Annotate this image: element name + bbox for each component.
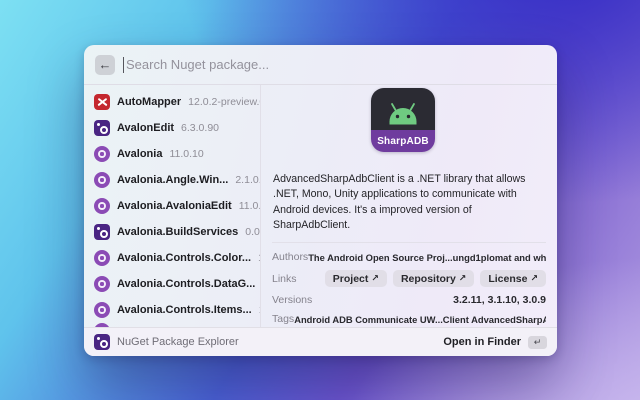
links-row: Links Project↗ Repository↗ License↗ — [272, 270, 546, 287]
package-version: 0.0.29 — [245, 226, 261, 238]
package-name: Avalonia.Controls.DataG... — [117, 278, 255, 290]
package-icon-card: SharpADB — [371, 88, 435, 152]
package-name: Avalonia.AvaloniaEdit — [117, 200, 232, 212]
package-icon — [94, 94, 110, 110]
footer-bar: NuGet Package Explorer Open in Finder ↵ — [84, 327, 557, 356]
authors-row: Authors The Android Open Source Proj...u… — [272, 251, 546, 263]
package-row[interactable]: Avalonia.Controls.Items... 11.0.10 — [84, 297, 260, 323]
package-icon — [94, 323, 110, 327]
package-version: 12.0.2-preview.0.4 — [188, 96, 261, 108]
tags-value: Android ADB Communicate UW...Client Adva… — [294, 314, 546, 325]
package-row[interactable]: Avalonia.Controls.Color... 11.0.10 — [84, 245, 260, 271]
package-name: Avalonia.BuildServices — [117, 226, 238, 238]
package-row[interactable]: Avalonia.BuildServices 0.0.29 — [84, 219, 260, 245]
back-button[interactable]: ← — [95, 55, 115, 75]
external-link-icon: ↗ — [530, 273, 538, 284]
package-detail-pane: SharpADB AdvancedSharpAdbClient is a .NE… — [261, 85, 557, 327]
external-link-icon: ↗ — [371, 273, 379, 284]
package-name: AvalonEdit — [117, 122, 174, 134]
package-name: Avalonia.Angle.Win... — [117, 174, 228, 186]
search-placeholder: Search Nuget package... — [126, 57, 269, 72]
link-button[interactable]: Project↗ — [325, 270, 387, 287]
package-version: 11.0.10 — [169, 148, 203, 160]
package-version: 6.3.0.90 — [181, 122, 219, 134]
package-icon — [94, 146, 110, 162]
package-row[interactable]: Avalonia.Controls.DataG... 11.0.10 — [84, 271, 260, 297]
links-label: Links — [272, 273, 297, 285]
content-area: AutoMapper 12.0.2-preview.0.4 AvalonEdit… — [84, 85, 557, 327]
divider — [272, 242, 546, 243]
package-icon — [94, 302, 110, 318]
package-row[interactable]: AvalonEdit 6.3.0.90 — [84, 115, 260, 141]
open-in-finder-button[interactable]: Open in Finder — [443, 336, 521, 348]
search-input[interactable]: Search Nuget package... — [123, 45, 546, 84]
package-row[interactable]: AutoMapper 12.0.2-preview.0.4 — [84, 89, 260, 115]
versions-label: Versions — [272, 294, 312, 306]
package-list: AutoMapper 12.0.2-preview.0.4 AvalonEdit… — [84, 85, 261, 327]
android-icon — [371, 88, 435, 130]
package-version: 11.0.6 — [239, 200, 261, 212]
package-icon — [94, 172, 110, 188]
package-icon — [94, 198, 110, 214]
tags-label: Tags — [272, 313, 294, 325]
link-label: License — [488, 273, 527, 285]
external-link-icon: ↗ — [459, 273, 467, 284]
nuget-logo-icon — [94, 334, 110, 350]
return-key-icon: ↵ — [528, 336, 547, 349]
link-label: Repository — [401, 273, 456, 285]
package-name: Avalonia — [117, 148, 162, 160]
text-caret — [123, 57, 124, 73]
versions-row: Versions 3.2.11, 3.1.10, 3.0.9 — [272, 294, 546, 306]
package-description: AdvancedSharpAdbClient is a .NET library… — [273, 172, 545, 233]
links-buttons: Project↗ Repository↗ License↗ — [297, 270, 546, 287]
versions-value: 3.2.11, 3.1.10, 3.0.9 — [312, 294, 546, 306]
authors-value: The Android Open Source Proj...ungd1plom… — [308, 252, 546, 263]
link-button[interactable]: License↗ — [480, 270, 546, 287]
package-icon — [94, 250, 110, 266]
package-icon — [94, 224, 110, 240]
package-version: 2.1.0.202... — [235, 174, 261, 186]
authors-label: Authors — [272, 251, 308, 263]
link-button[interactable]: Repository↗ — [393, 270, 474, 287]
arrow-left-icon: ← — [99, 57, 112, 72]
package-icon-label: SharpADB — [371, 130, 435, 152]
link-label: Project — [333, 273, 369, 285]
tags-row: Tags Android ADB Communicate UW...Client… — [272, 313, 546, 325]
nuget-search-window: ← Search Nuget package... AutoMapper 12.… — [84, 45, 557, 356]
package-name: Avalonia.Controls.Color... — [117, 252, 251, 264]
package-name: AutoMapper — [117, 96, 181, 108]
search-bar: ← Search Nuget package... — [84, 45, 557, 85]
package-row[interactable]: Avalonia.Angle.Win... 2.1.0.202... — [84, 167, 260, 193]
package-name: Avalonia.Controls.Items... — [117, 304, 252, 316]
package-icon — [94, 120, 110, 136]
package-icon — [94, 276, 110, 292]
app-name: NuGet Package Explorer — [117, 336, 436, 348]
package-row[interactable]: Avalonia 11.0.10 — [84, 141, 260, 167]
package-row[interactable]: Avalonia.AvaloniaEdit 11.0.6 — [84, 193, 260, 219]
